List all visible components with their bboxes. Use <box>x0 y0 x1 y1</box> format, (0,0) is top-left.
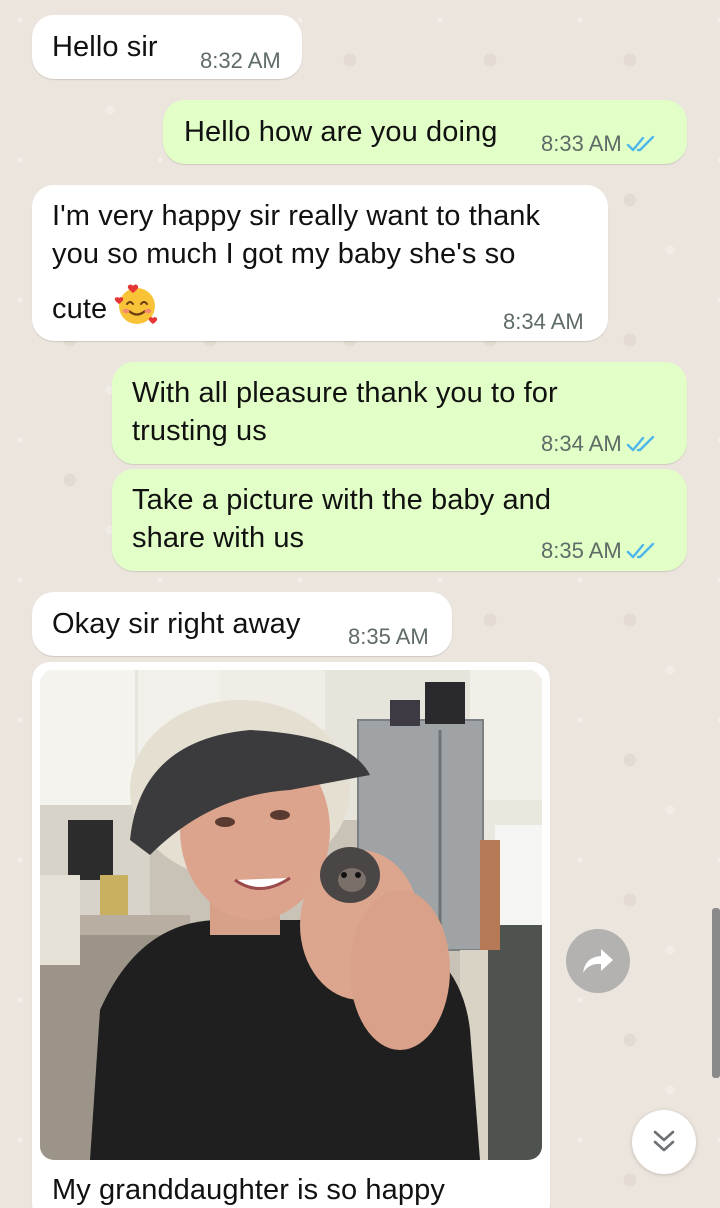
shared-photo[interactable] <box>40 670 542 1160</box>
message-time-row: 8:34 AM <box>541 431 656 457</box>
message-time: 8:34 AM <box>503 309 584 334</box>
message-bubble-outgoing[interactable]: With all pleasure thank you to for trust… <box>112 362 687 464</box>
smiling-face-with-hearts-icon <box>115 284 158 324</box>
double-check-icon <box>626 542 654 559</box>
message-time: 8:34 AM <box>541 431 622 456</box>
message-time-row: 8:33 AM <box>541 131 656 157</box>
double-chevron-down-icon <box>653 1130 675 1152</box>
message-time: 8:33 AM <box>541 131 622 156</box>
double-check-icon <box>626 135 654 152</box>
message-text-line-with-emoji: cute <box>52 280 161 328</box>
message-text-line: With all pleasure thank you to for <box>132 377 558 409</box>
forward-arrow-icon <box>583 949 613 973</box>
photo-illustration <box>40 670 542 1160</box>
message-bubble-incoming[interactable]: Hello sir 8:32 AM <box>32 15 302 79</box>
image-caption: My granddaughter is so happy <box>52 1174 445 1206</box>
message-bubble-incoming[interactable]: Okay sir right away 8:35 AM <box>32 592 452 656</box>
forward-button[interactable] <box>566 929 630 993</box>
message-bubble-outgoing[interactable]: Hello how are you doing 8:33 AM <box>163 100 687 164</box>
message-time: 8:35 AM <box>348 624 429 649</box>
message-text-line: I'm very happy sir really want to thank <box>52 200 541 232</box>
message-text: cute <box>52 293 108 325</box>
message-time: 8:35 AM <box>541 538 622 563</box>
scroll-to-bottom-button[interactable] <box>632 1110 696 1174</box>
double-check-icon <box>626 435 654 452</box>
message-bubble-incoming[interactable]: I'm very happy sir really want to thank … <box>32 185 608 341</box>
message-text-line: Take a picture with the baby and <box>132 484 552 516</box>
message-time-row: 8:35 AM <box>541 538 656 564</box>
message-text: Hello sir <box>52 31 158 63</box>
message-text-line: you so much I got my baby she's so <box>52 238 516 270</box>
image-message-bubble[interactable]: My granddaughter is so happy <box>32 662 550 1208</box>
scrollbar-thumb[interactable] <box>712 908 720 1078</box>
message-text-line: trusting us <box>132 415 267 447</box>
message-bubble-outgoing[interactable]: Take a picture with the baby and share w… <box>112 469 687 571</box>
message-text: Okay sir right away <box>52 608 301 640</box>
message-time: 8:32 AM <box>200 48 281 73</box>
message-text: Hello how are you doing <box>184 116 498 148</box>
message-text-line: share with us <box>132 522 305 554</box>
